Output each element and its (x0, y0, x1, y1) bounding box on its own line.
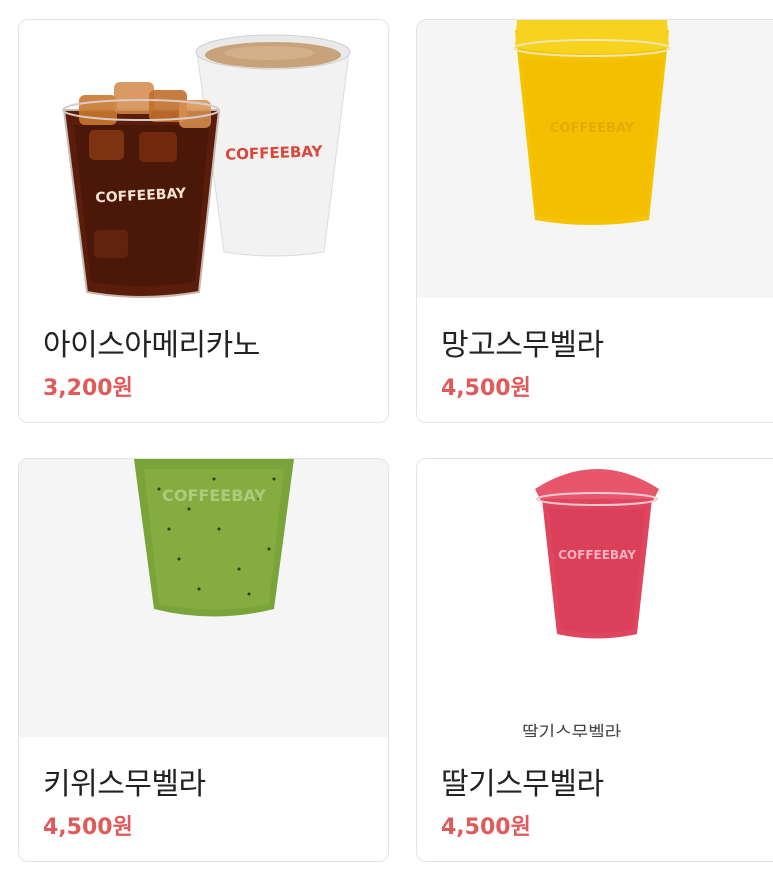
product-price: 3,200원 (43, 376, 133, 401)
image-caption-peek: 딸기스무벨라 (522, 723, 622, 737)
product-image-mango-smoothie: COFFEEBAY (417, 20, 773, 298)
product-name: 딸기스무벨라 (441, 767, 604, 802)
product-info: 딸기스무벨라 4,500원 (417, 737, 773, 861)
product-price: 4,500원 (441, 376, 531, 401)
brand-logo-kiwi-cup: COFFEEBAY (162, 486, 266, 505)
product-image-iced-americano: COFFEEBAY COFFEEBAY (19, 20, 388, 298)
product-info: 망고스무벨라 4,500원 (417, 298, 773, 422)
product-name: 아이스아메리카노 (43, 328, 260, 363)
product-price: 4,500원 (441, 815, 531, 840)
product-price: 4,500원 (43, 815, 133, 840)
product-card-mango-smoothie[interactable]: COFFEEBAY 망고스무벨라 4,500원 (416, 19, 773, 423)
brand-logo-hot-cup: COFFEEBAY (225, 142, 324, 163)
product-name: 망고스무벨라 (441, 328, 604, 363)
product-name: 키위스무벨라 (43, 767, 206, 802)
product-image-strawberry-smoothie: COFFEEBAY 딸기스무벨라 (417, 459, 773, 737)
product-image-kiwi-smoothie: COFFEEBAY (19, 459, 388, 737)
product-card-strawberry-smoothie[interactable]: COFFEEBAY 딸기스무벨라 딸기스무벨라 4,500원 (416, 458, 773, 862)
product-info: 아이스아메리카노 3,200원 (19, 298, 388, 422)
product-card-kiwi-smoothie[interactable]: COFFEEBAY 키위스무벨라 4,500원 (18, 458, 389, 862)
product-grid: COFFEEBAY COFFEEBAY 아이스아메리카노 3,200원 COFF… (0, 0, 773, 873)
product-card-iced-americano[interactable]: COFFEEBAY COFFEEBAY 아이스아메리카노 3,200원 (18, 19, 389, 423)
brand-logo-strawberry-cup: COFFEEBAY (558, 548, 636, 562)
product-info: 키위스무벨라 4,500원 (19, 737, 388, 861)
brand-logo-mango-cup: COFFEEBAY (550, 121, 635, 136)
